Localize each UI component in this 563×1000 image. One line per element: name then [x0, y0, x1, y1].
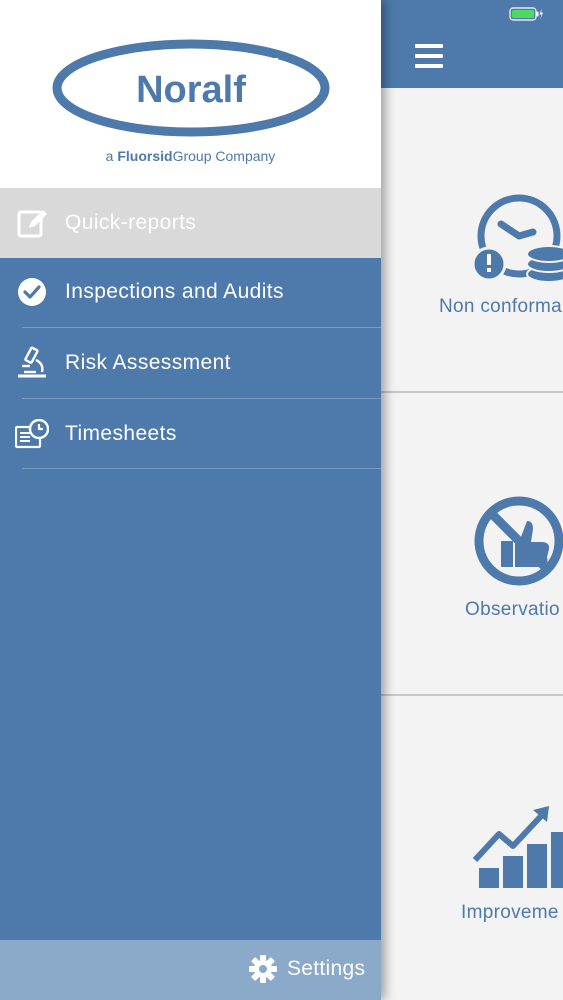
card-non-conformance[interactable]: Non conforma — [381, 88, 563, 393]
edit-icon — [15, 206, 49, 240]
side-drawer: Noralf a FluorsidGroup Company Quick-rep… — [0, 0, 381, 1000]
top-bar — [381, 0, 563, 88]
settings-bar: Settings — [0, 940, 381, 1000]
menu-divider — [22, 468, 381, 469]
menu-item-quick-reports[interactable]: Quick-reports — [0, 188, 381, 258]
card-label: Non conforma — [439, 296, 562, 317]
gear-icon — [249, 955, 277, 983]
hamburger-icon[interactable] — [415, 44, 443, 68]
settings-button[interactable]: Settings — [248, 954, 365, 984]
menu-item-label: Risk Assessment — [65, 351, 231, 374]
clock-coins-warning-icon — [471, 194, 563, 283]
card-observation[interactable]: Observatio — [381, 393, 563, 696]
menu-item-label: Quick-reports — [65, 211, 197, 234]
menu-item-timesheets[interactable]: Timesheets — [0, 399, 381, 469]
menu-item-label: Timesheets — [65, 422, 177, 445]
menu-item-risk-assessment[interactable]: Risk Assessment — [0, 328, 381, 398]
battery-charging-icon — [509, 7, 543, 21]
card-label: Observatio — [465, 599, 560, 620]
brand-name: Noralf — [136, 69, 246, 111]
settings-label: Settings — [287, 957, 366, 980]
menu-item-inspections-and-audits[interactable]: Inspections and Audits — [0, 257, 381, 327]
menu-item-label: Inspections and Audits — [65, 280, 284, 303]
card-improvement[interactable]: Improveme — [381, 696, 563, 1000]
timesheet-clock-icon — [15, 417, 49, 451]
microscope-icon — [15, 346, 49, 380]
check-circle-icon — [15, 275, 49, 309]
brand-header: Noralf a FluorsidGroup Company — [0, 0, 381, 188]
noralf-logo: Noralf — [52, 39, 330, 137]
main-content: Non conforma Observatio Improveme — [381, 0, 563, 1000]
growth-chart-icon — [473, 806, 563, 888]
no-thumbs-up-icon — [474, 496, 563, 586]
brand-tagline: a FluorsidGroup Company — [105, 148, 276, 164]
card-label: Improveme — [461, 902, 559, 923]
